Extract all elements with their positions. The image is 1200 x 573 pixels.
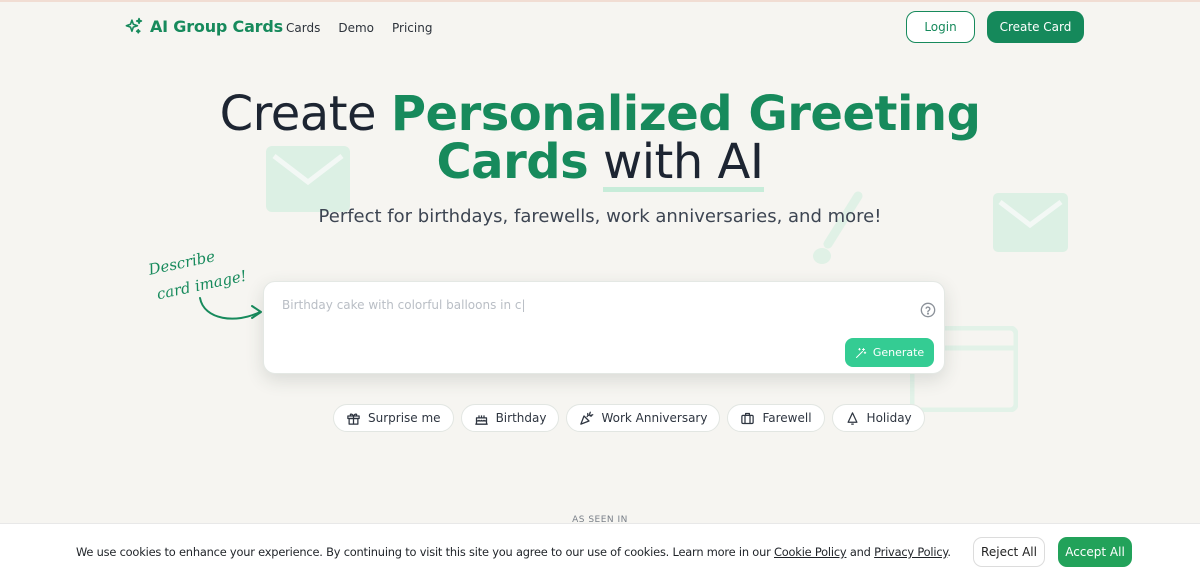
briefcase-icon: [741, 412, 755, 424]
bell-icon: [847, 411, 858, 425]
magic-wand-icon: [855, 347, 867, 358]
paintbrush-decoration-icon: [813, 191, 863, 264]
nav-link-pricing[interactable]: Pricing: [392, 21, 432, 35]
chip-label: Surprise me: [368, 411, 441, 425]
hero-title-prefix: Create: [219, 86, 377, 142]
party-popper-icon: [580, 411, 594, 425]
suggestion-chips: Surprise me Birthday Work Anniversary Fa…: [333, 404, 925, 432]
chip-work-anniversary[interactable]: Work Anniversary: [566, 404, 721, 432]
chip-label: Work Anniversary: [601, 411, 708, 425]
chip-surprise-me[interactable]: Surprise me: [333, 404, 454, 432]
privacy-policy-link[interactable]: Privacy Policy: [874, 545, 947, 559]
sparkles-icon: [125, 17, 143, 34]
nav-link-demo[interactable]: Demo: [338, 21, 374, 35]
curved-arrow-icon: [199, 297, 262, 320]
chip-birthday[interactable]: Birthday: [460, 404, 560, 432]
prompt-input[interactable]: [282, 298, 902, 312]
cookie-policy-link[interactable]: Cookie Policy: [774, 545, 847, 559]
chip-label: Farewell: [762, 411, 812, 425]
hero-title: Create Personalized Greeting Cards with …: [0, 90, 1200, 186]
reject-all-button[interactable]: Reject All: [973, 537, 1045, 567]
nav-links: Cards Demo Pricing: [286, 21, 432, 35]
hero-subtitle: Perfect for birthdays, farewells, work a…: [318, 206, 882, 227]
chip-holiday[interactable]: Holiday: [831, 404, 925, 432]
create-card-button[interactable]: Create Card: [987, 11, 1084, 43]
cookie-message: We use cookies to enhance your experienc…: [76, 545, 951, 559]
hero-title-highlight-2: Cards: [436, 134, 589, 190]
cookie-banner: We use cookies to enhance your experienc…: [0, 523, 1200, 573]
generate-label: Generate: [872, 346, 925, 359]
accept-all-button[interactable]: Accept All: [1058, 537, 1132, 567]
top-navigation: AI Group Cards Cards Demo Pricing Login …: [0, 11, 1200, 43]
generate-button[interactable]: Generate: [845, 338, 934, 367]
brand-name: AI Group Cards: [150, 17, 283, 36]
prompt-box: Generate: [263, 281, 945, 374]
chip-farewell[interactable]: Farewell: [727, 404, 825, 432]
login-button[interactable]: Login: [906, 11, 975, 43]
brand-logo[interactable]: AI Group Cards: [124, 17, 283, 36]
top-accent-line: [0, 0, 1200, 2]
nav-link-cards[interactable]: Cards: [286, 21, 320, 35]
cookie-text-body: We use cookies to enhance your experienc…: [76, 545, 774, 559]
gift-icon: [347, 413, 360, 425]
hero-title-suffix: with AI: [602, 134, 764, 190]
cookie-text-and: and: [846, 545, 875, 559]
help-circle-icon[interactable]: [920, 302, 936, 318]
handwritten-annotation: Describe card image!: [147, 246, 262, 326]
cookie-text-period: .: [947, 545, 951, 559]
cake-icon: [474, 414, 488, 425]
chip-label: Birthday: [495, 411, 547, 425]
chip-label: Holiday: [866, 411, 912, 425]
